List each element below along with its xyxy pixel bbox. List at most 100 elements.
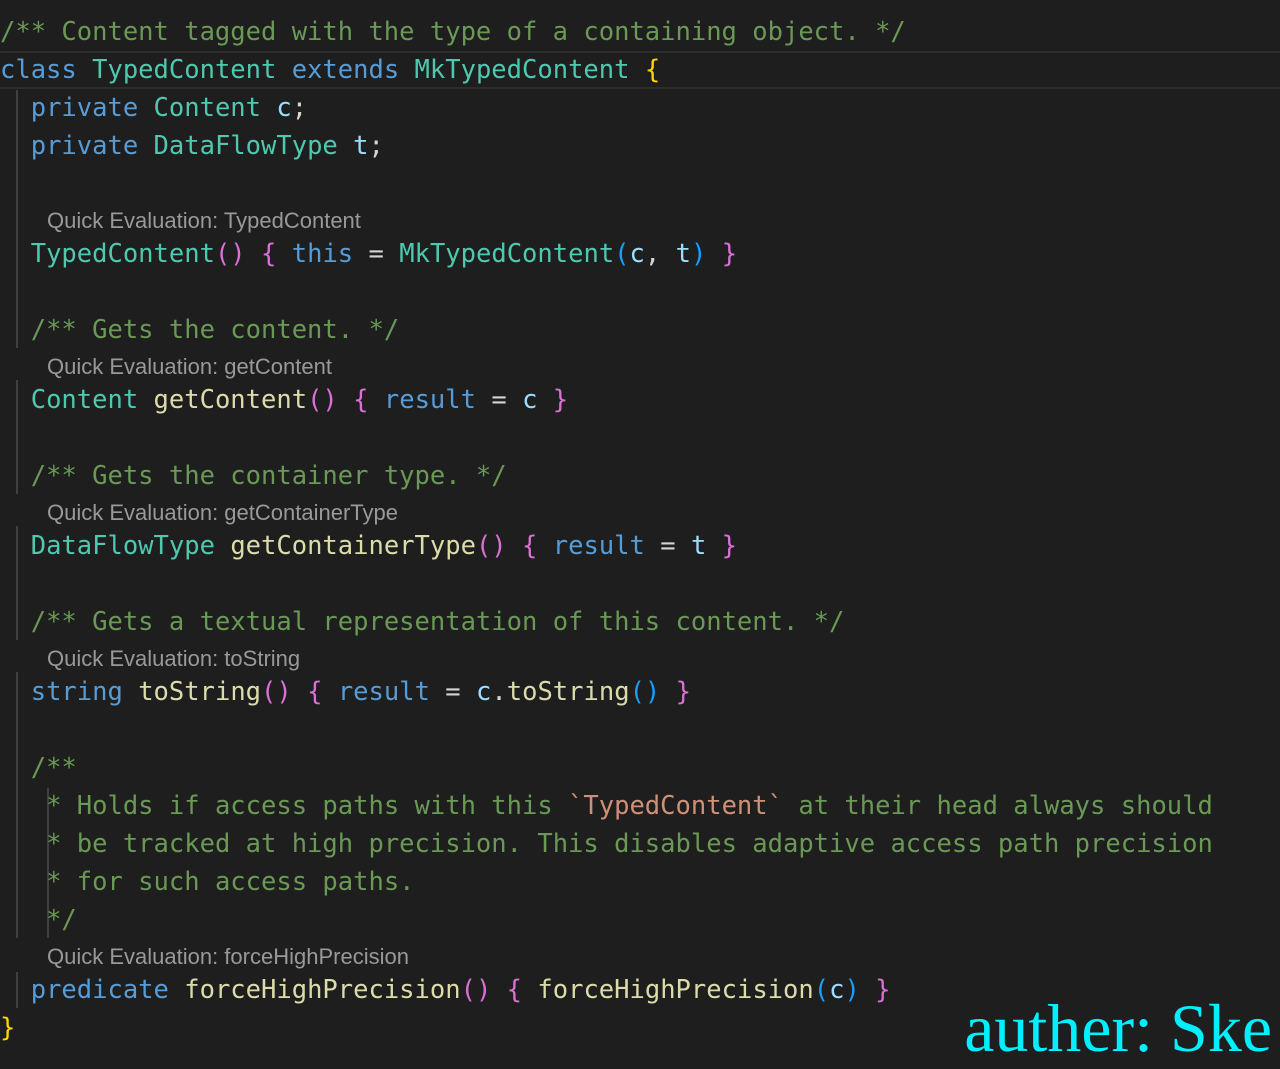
code-token: ,	[644, 239, 676, 269]
code-token: }	[721, 239, 738, 269]
code-token: `TypedContent`	[568, 791, 783, 821]
code-line-4[interactable]: private DataFlowType t;	[0, 127, 1280, 165]
code-line-1[interactable]: /** Content tagged with the type of a co…	[0, 13, 1280, 51]
code-token: toString	[138, 677, 262, 707]
code-token: MkTypedContent	[414, 55, 630, 85]
code-token: toString	[506, 677, 630, 707]
code-token: )	[844, 975, 860, 1005]
code-token: result	[337, 677, 430, 707]
code-token: =	[353, 239, 400, 269]
code-token: t	[353, 131, 369, 161]
code-token: extends	[291, 55, 400, 85]
code-token: {	[644, 55, 661, 85]
code-line-15[interactable]: string toString() { result = c.toString(…	[0, 673, 1280, 711]
code-token: * be tracked at high precision. This dis…	[46, 829, 1213, 859]
code-token: ()	[460, 975, 492, 1005]
code-token: t	[690, 531, 707, 561]
codelens-quick-evaluation[interactable]: Quick Evaluation: getContent	[47, 350, 332, 384]
code-line-19[interactable]: * be tracked at high precision. This dis…	[0, 825, 1280, 863]
code-line-17[interactable]: /**	[0, 749, 1280, 787]
code-token: /** Gets the container type. */	[30, 461, 507, 491]
code-token: /** Gets the content. */	[30, 315, 400, 345]
code-token: MkTypedContent	[399, 239, 615, 269]
code-line-7[interactable]	[0, 273, 1280, 311]
code-token: }	[0, 1013, 16, 1043]
code-token: result	[383, 385, 476, 415]
code-token: this	[291, 239, 354, 269]
code-editor[interactable]: /** Content tagged with the type of a co…	[0, 0, 1280, 1069]
code-line-13[interactable]	[0, 565, 1280, 603]
codelens-quick-evaluation[interactable]: Quick Evaluation: forceHighPrecision	[47, 940, 409, 974]
code-line-16[interactable]	[0, 711, 1280, 749]
code-token: private	[30, 131, 139, 161]
code-line-18[interactable]: * Holds if access paths with this `Typed…	[0, 787, 1280, 825]
code-token: /** Content tagged with the type of a co…	[0, 17, 906, 47]
code-token: }	[675, 677, 691, 707]
code-line-9[interactable]: Content getContent() { result = c }	[0, 381, 1280, 419]
code-token: c	[522, 385, 538, 415]
code-token: ()	[307, 385, 338, 415]
code-token: class	[0, 55, 77, 85]
code-token: * Holds if access paths with this	[46, 791, 569, 821]
code-token: {	[506, 975, 523, 1005]
code-token: {	[522, 531, 538, 561]
code-token: TypedContent	[30, 239, 215, 269]
code-line-14[interactable]: /** Gets a textual representation of thi…	[0, 603, 1280, 641]
code-line-8[interactable]: /** Gets the content. */	[0, 311, 1280, 349]
code-token: at their head always should	[782, 791, 1213, 821]
code-line-12[interactable]: DataFlowType getContainerType() { result…	[0, 527, 1280, 565]
code-token: }	[875, 975, 891, 1005]
code-token: DataFlowType	[30, 531, 215, 561]
codelens-quick-evaluation[interactable]: Quick Evaluation: TypedContent	[47, 204, 361, 238]
code-token: {	[307, 677, 323, 707]
code-token: ()	[214, 239, 246, 269]
code-token: }	[721, 531, 738, 561]
code-line-11[interactable]: /** Gets the container type. */	[0, 457, 1280, 495]
code-line-5[interactable]	[0, 165, 1280, 203]
code-line-6[interactable]: TypedContent() { this = MkTypedContent(c…	[0, 235, 1280, 273]
code-token: (	[813, 975, 830, 1005]
codelens-quick-evaluation[interactable]: Quick Evaluation: toString	[47, 642, 300, 676]
code-token: t	[675, 239, 691, 269]
code-token: ()	[629, 677, 661, 707]
code-line-10[interactable]	[0, 419, 1280, 457]
code-token: }	[552, 385, 569, 415]
code-token: Content	[30, 385, 139, 415]
code-token: predicate	[30, 975, 169, 1005]
code-token: /** Gets a textual representation of thi…	[30, 607, 845, 637]
code-line-3[interactable]: private Content c;	[0, 89, 1280, 127]
code-token: c	[476, 677, 492, 707]
code-line-2[interactable]: class TypedContent extends MkTypedConten…	[0, 51, 1280, 89]
code-token: Content	[153, 93, 262, 123]
code-token: result	[552, 531, 645, 561]
code-token: string	[30, 677, 123, 707]
code-line-21[interactable]: */	[0, 901, 1280, 939]
codelens-quick-evaluation[interactable]: Quick Evaluation: getContainerType	[47, 496, 398, 530]
code-line-20[interactable]: * for such access paths.	[0, 863, 1280, 901]
